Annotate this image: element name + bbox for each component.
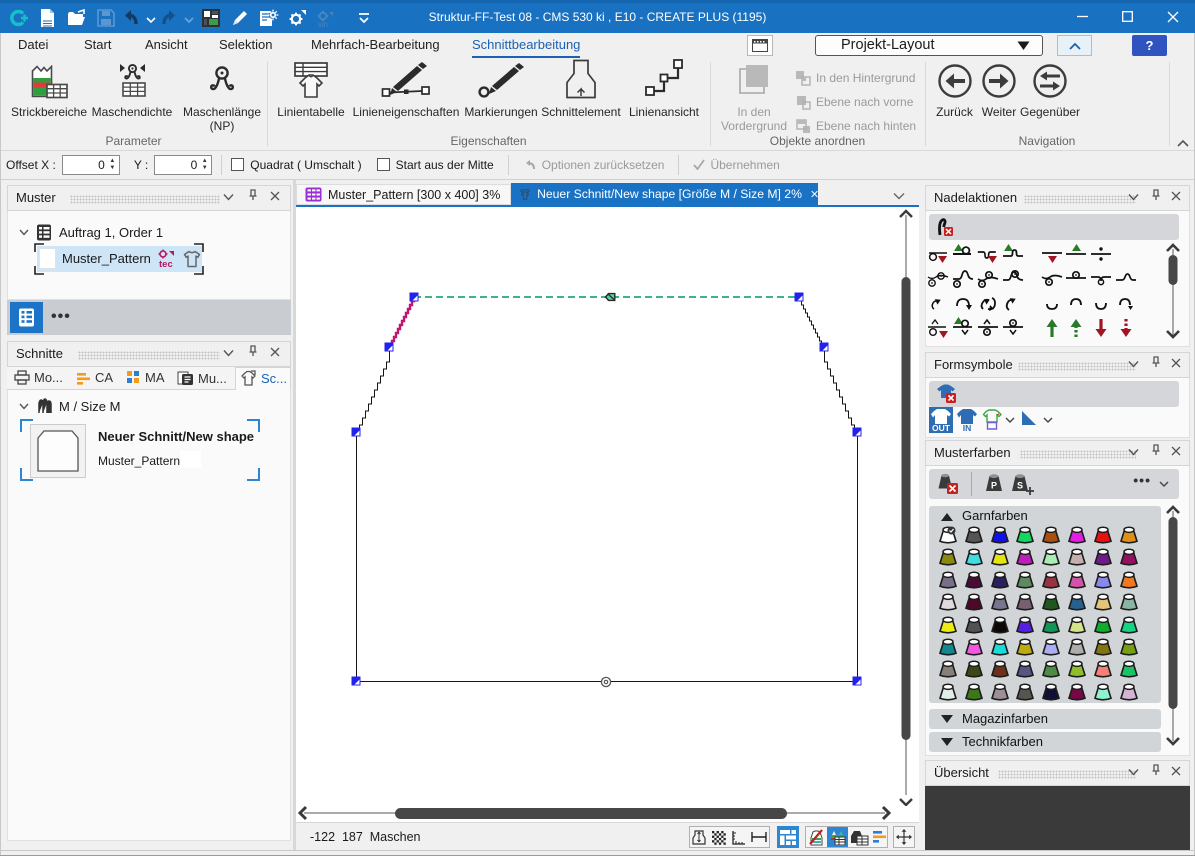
svg-text:P: P xyxy=(991,481,997,491)
svg-text:IN: IN xyxy=(963,423,972,432)
svg-text:S: S xyxy=(1017,481,1023,491)
svg-text:OUT: OUT xyxy=(932,423,951,432)
